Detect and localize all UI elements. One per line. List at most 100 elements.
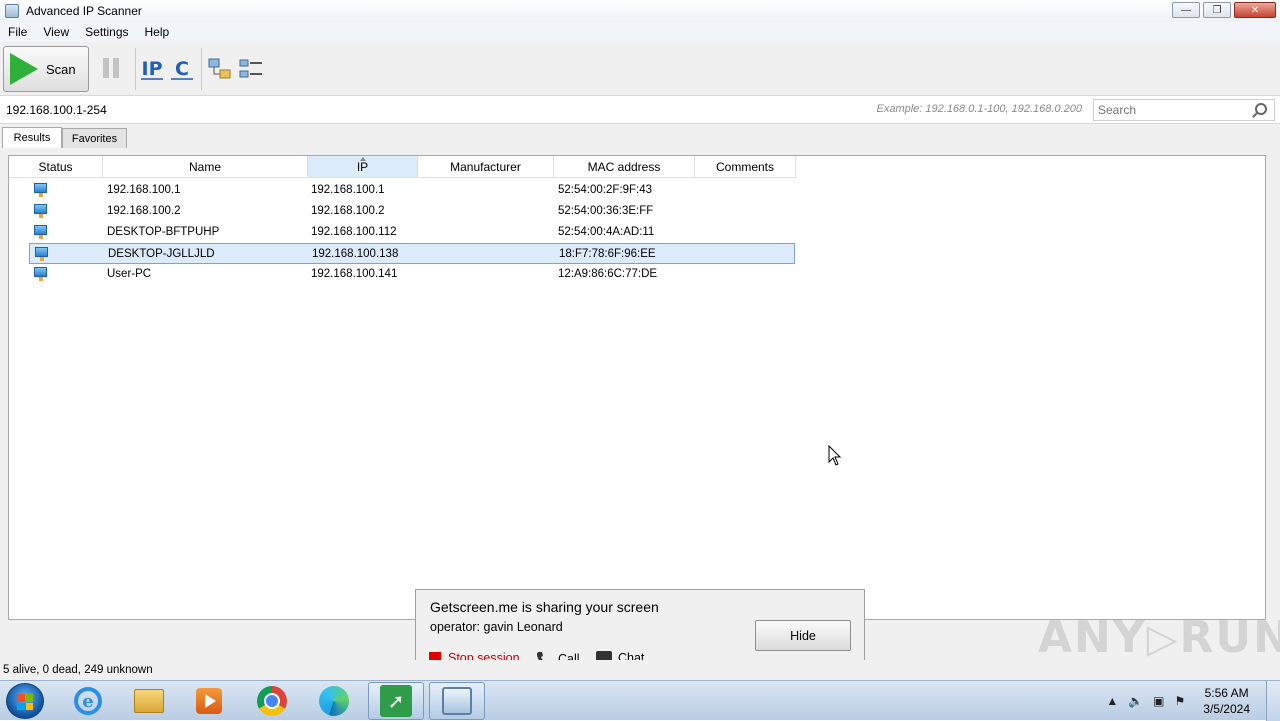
host-alive-icon bbox=[34, 204, 48, 218]
host-alive-icon bbox=[35, 247, 49, 261]
clock-date: 3/5/2024 bbox=[1203, 702, 1250, 716]
edge-taskbar-button[interactable] bbox=[306, 682, 362, 720]
cell-mac: 52:54:00:2F:9F:43 bbox=[558, 184, 652, 196]
anyrun-watermark: ANY▷RUN bbox=[1038, 612, 1280, 663]
getscreen-taskbar-button[interactable]: ➚ bbox=[368, 682, 424, 720]
sort-ascending-icon bbox=[359, 157, 366, 161]
menu-settings[interactable]: Settings bbox=[77, 25, 136, 39]
cell-name: DESKTOP-BFTPUHP bbox=[107, 226, 220, 238]
edge-icon bbox=[319, 686, 349, 716]
clock-time: 5:56 AM bbox=[1204, 686, 1249, 700]
file-explorer-icon bbox=[134, 689, 164, 713]
ip-scanner-icon bbox=[442, 687, 472, 715]
action-center-flag-icon[interactable]: ⚑ bbox=[1175, 694, 1186, 708]
cell-name: User-PC bbox=[107, 268, 152, 280]
scan-status-text: 5 alive, 0 dead, 249 unknown bbox=[3, 664, 153, 676]
ip-icon-label: IP bbox=[141, 58, 163, 80]
window-title: Advanced IP Scanner bbox=[26, 4, 142, 18]
app-icon bbox=[5, 4, 19, 18]
column-header-status[interactable]: Status bbox=[9, 156, 103, 178]
menu-view[interactable]: View bbox=[35, 25, 77, 39]
toolbar-separator bbox=[135, 48, 136, 90]
column-header-manufacturer[interactable]: Manufacturer bbox=[418, 156, 554, 178]
cell-ip: 192.168.100.138 bbox=[312, 248, 399, 260]
table-row[interactable]: 192.168.100.1 192.168.100.1 52:54:00:2F:9F… bbox=[29, 180, 795, 201]
play-icon bbox=[10, 53, 38, 85]
cell-name: 192.168.100.2 bbox=[107, 205, 181, 217]
window-controls: — ❐ ✕ bbox=[1172, 2, 1276, 18]
menu-file[interactable]: File bbox=[0, 25, 35, 39]
search-box[interactable] bbox=[1093, 99, 1275, 121]
windows-logo-icon bbox=[17, 694, 33, 710]
network-icon[interactable]: ▣ bbox=[1153, 694, 1164, 708]
menu-bar: File View Settings Help bbox=[0, 22, 1280, 42]
column-header-comments[interactable]: Comments bbox=[695, 156, 796, 178]
show-desktop-button[interactable] bbox=[1266, 681, 1280, 721]
column-header-name[interactable]: Name bbox=[103, 156, 308, 178]
tab-strip: Results Favorites bbox=[0, 124, 1280, 148]
cell-name: 192.168.100.1 bbox=[107, 184, 181, 196]
address-row: Example: 192.168.0.1-100, 192.168.0.200 bbox=[0, 96, 1280, 124]
chrome-icon bbox=[257, 686, 287, 716]
cell-ip: 192.168.100.2 bbox=[311, 205, 385, 217]
volume-icon[interactable]: 🔈 bbox=[1128, 694, 1143, 708]
system-tray: ▲ 🔈 ▣ ⚑ 5:56 AM 3/5/2024 bbox=[1106, 681, 1250, 721]
getscreen-icon: ➚ bbox=[380, 685, 412, 717]
toolbar: Scan IP C bbox=[0, 42, 1280, 96]
tab-favorites[interactable]: Favorites bbox=[62, 128, 127, 148]
ip-range-example: Example: 192.168.0.1-100, 192.168.0.200 bbox=[876, 103, 1083, 115]
scan-button[interactable]: Scan bbox=[3, 46, 89, 92]
internet-explorer-icon: e bbox=[74, 687, 102, 715]
host-alive-icon bbox=[34, 267, 48, 281]
taskbar: e ➚ ▲ 🔈 ▣ ⚑ 5:56 AM 3/5/2024 bbox=[0, 680, 1280, 721]
table-row[interactable]: DESKTOP-JGLLJLD 192.168.100.138 18:F7:78:6… bbox=[29, 243, 795, 264]
toolbar-separator bbox=[201, 48, 202, 90]
search-input[interactable] bbox=[1094, 100, 1244, 120]
status-bar: 5 alive, 0 dead, 249 unknown bbox=[0, 660, 1280, 680]
c-icon-label: C bbox=[175, 58, 189, 80]
table-row[interactable]: 192.168.100.2 192.168.100.2 52:54:00:36:3E… bbox=[29, 201, 795, 222]
tab-results[interactable]: Results bbox=[2, 127, 62, 148]
title-bar: Advanced IP Scanner — ❐ ✕ bbox=[0, 0, 1280, 22]
cell-ip: 192.168.100.112 bbox=[311, 226, 397, 238]
cell-name: DESKTOP-JGLLJLD bbox=[108, 248, 215, 260]
mouse-cursor-icon bbox=[828, 445, 842, 466]
cell-mac: 52:54:00:36:3E:FF bbox=[558, 205, 654, 217]
search-icon[interactable] bbox=[1255, 103, 1267, 115]
column-header-mac[interactable]: MAC address bbox=[554, 156, 695, 178]
menu-help[interactable]: Help bbox=[137, 25, 178, 39]
cell-ip: 192.168.100.141 bbox=[311, 268, 398, 280]
expand-all-icon[interactable] bbox=[207, 56, 233, 82]
collapse-all-icon[interactable] bbox=[238, 56, 264, 82]
column-header-ip[interactable]: IP bbox=[308, 156, 418, 178]
maximize-button[interactable]: ❐ bbox=[1203, 2, 1231, 18]
show-hidden-icons-icon[interactable]: ▲ bbox=[1106, 694, 1118, 708]
host-alive-icon bbox=[34, 225, 48, 239]
chrome-taskbar-button[interactable] bbox=[244, 682, 300, 720]
ip-icon[interactable]: IP bbox=[139, 56, 165, 82]
results-table: Status Name IP Manufacturer MAC address … bbox=[8, 155, 1266, 620]
internet-explorer-taskbar-button[interactable]: e bbox=[60, 682, 116, 720]
cell-mac: 52:54:00:4A:AD:11 bbox=[558, 226, 655, 238]
hide-button[interactable]: Hide bbox=[755, 620, 851, 651]
pause-icon[interactable] bbox=[103, 58, 119, 78]
table-row[interactable]: DESKTOP-BFTPUHP 192.168.100.112 52:54:00:4… bbox=[29, 222, 795, 243]
scan-label: Scan bbox=[46, 61, 76, 77]
close-button[interactable]: ✕ bbox=[1234, 2, 1276, 18]
media-player-icon bbox=[196, 688, 222, 714]
start-button[interactable] bbox=[6, 683, 44, 719]
operator-label: operator: gavin Leonard bbox=[430, 620, 563, 634]
ip-scanner-taskbar-button[interactable] bbox=[429, 682, 485, 720]
table-row[interactable]: User-PC 192.168.100.141 12:A9:86:6C:77:DE bbox=[29, 264, 795, 285]
c-class-icon[interactable]: C bbox=[169, 56, 195, 82]
media-player-taskbar-button[interactable] bbox=[181, 682, 237, 720]
notification-title: Getscreen.me is sharing your screen bbox=[430, 599, 659, 615]
minimize-button[interactable]: — bbox=[1172, 2, 1200, 18]
cell-mac: 12:A9:86:6C:77:DE bbox=[558, 268, 658, 280]
host-alive-icon bbox=[34, 183, 48, 197]
results-panel: Status Name IP Manufacturer MAC address … bbox=[0, 148, 1280, 660]
file-explorer-taskbar-button[interactable] bbox=[121, 682, 177, 720]
column-header-ip-label: IP bbox=[356, 159, 369, 174]
cell-mac: 18:F7:78:6F:96:EE bbox=[559, 248, 656, 260]
clock[interactable]: 5:56 AM 3/5/2024 bbox=[1203, 685, 1250, 717]
